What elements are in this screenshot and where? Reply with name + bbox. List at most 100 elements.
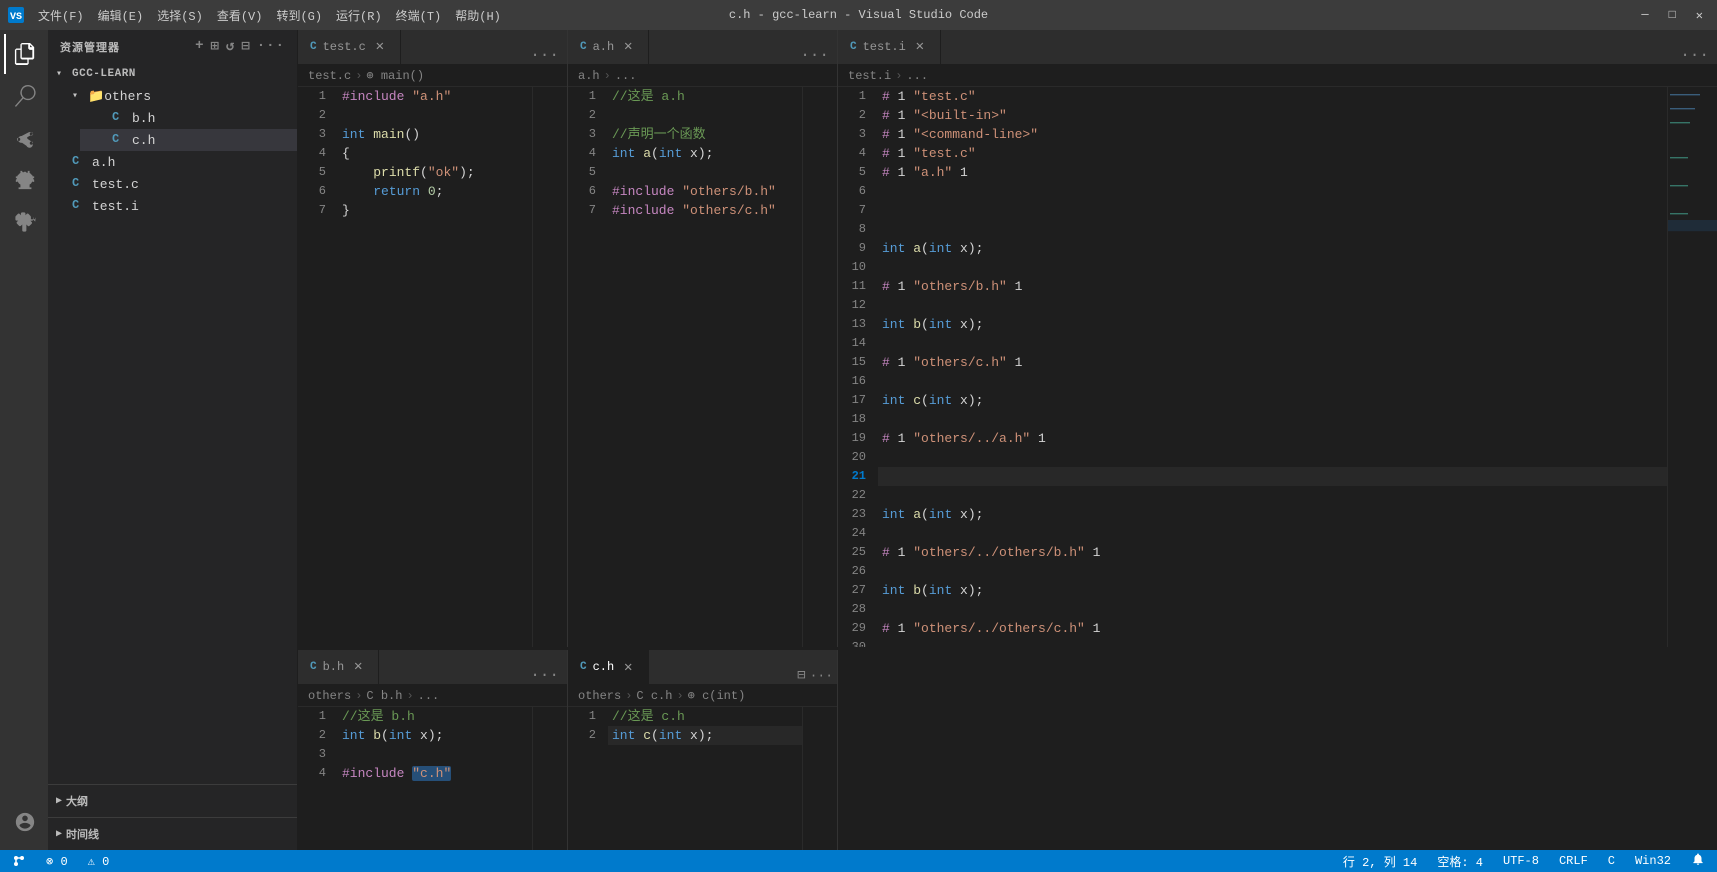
status-spaces[interactable]: 空格: 4: [1433, 853, 1487, 870]
file-testc[interactable]: C test.c: [48, 173, 297, 195]
tab-ah-close[interactable]: ✕: [620, 39, 636, 55]
activity-search-icon[interactable]: [4, 76, 44, 116]
git-branch-icon: [12, 854, 26, 868]
file-ch[interactable]: C c.h: [80, 129, 297, 151]
tab-testc-close[interactable]: ✕: [372, 39, 388, 55]
project-root[interactable]: ▾ GCC-LEARN: [48, 63, 297, 85]
menu-goto[interactable]: 转到(G): [270, 5, 328, 26]
file-ch-label: c.h: [132, 133, 155, 148]
code-table-bh: 1//这是 b.h 2int b(int x); 3 4#include "c.…: [298, 707, 532, 783]
activity-extensions-icon[interactable]: [4, 202, 44, 242]
code-table-testi: 1# 1 "test.c" 2# 1 "<built-in>" 3# 1 "<c…: [838, 87, 1667, 647]
window-minimize-button[interactable]: ─: [1635, 6, 1654, 25]
tab-bar-ch: C c.h ✕ ⊟ ···: [568, 650, 837, 685]
tab-ch-label: c.h: [593, 660, 615, 674]
breadcrumb-bh-file[interactable]: C b.h: [366, 689, 402, 703]
table-row: 4#include "c.h": [298, 764, 532, 783]
code-editor-testi[interactable]: 1# 1 "test.c" 2# 1 "<built-in>" 3# 1 "<c…: [838, 87, 1667, 647]
code-table-ah: 1//这是 a.h 2 3//声明一个函数 4int a(int x); 5 6…: [568, 87, 802, 220]
split-editor-icon[interactable]: ⊟: [797, 667, 805, 684]
status-platform[interactable]: Win32: [1631, 854, 1675, 868]
status-errors[interactable]: ⊗ 0: [42, 854, 72, 869]
breadcrumb-ah-ellipsis[interactable]: ...: [615, 69, 637, 83]
timeline-arrow-icon: ▶: [56, 828, 62, 840]
folder-others[interactable]: ▾ 📁 others: [64, 85, 297, 107]
tab-more-testi[interactable]: ···: [1672, 46, 1717, 64]
tab-bh-close[interactable]: ✕: [350, 659, 366, 675]
code-editor-ah[interactable]: 1//这是 a.h 2 3//声明一个函数 4int a(int x); 5 6…: [568, 87, 802, 647]
tab-testc-label: test.c: [323, 40, 366, 54]
window-close-button[interactable]: ✕: [1690, 6, 1709, 25]
activity-account-icon[interactable]: [4, 802, 44, 842]
c-file-icon-ch: C: [112, 132, 128, 148]
code-editor-ch[interactable]: 1//这是 c.h 2int c(int x);: [568, 707, 802, 850]
breadcrumb-bh-ellipsis[interactable]: ...: [418, 689, 440, 703]
breadcrumb-ch: others › C c.h › ⊕ c(int): [568, 685, 837, 707]
status-position[interactable]: 行 2, 列 14: [1339, 853, 1421, 870]
menu-file[interactable]: 文件(F): [32, 5, 90, 26]
tab-bh[interactable]: C b.h ✕: [298, 650, 379, 684]
new-file-icon[interactable]: +: [195, 38, 204, 55]
window-controls: ─ □ ✕: [1635, 6, 1709, 25]
file-bh[interactable]: C b.h: [80, 107, 297, 129]
vscode-logo-icon: VS: [8, 7, 24, 23]
tab-bar-testi: C test.i ✕ ···: [838, 30, 1717, 65]
timeline-header[interactable]: ▶ 时间线: [48, 822, 297, 846]
menu-terminal[interactable]: 终端(T): [390, 5, 448, 26]
breadcrumb-testc-symbol[interactable]: ⊕ main(): [366, 68, 424, 83]
tab-more-testc[interactable]: ···: [522, 46, 567, 64]
tab-more-ch-btn[interactable]: ···: [810, 668, 833, 683]
status-git-icon[interactable]: [8, 854, 30, 868]
breadcrumb-testi-file[interactable]: test.i: [848, 69, 891, 83]
code-editor-bh[interactable]: 1//这是 b.h 2int b(int x); 3 4#include "c.…: [298, 707, 532, 850]
activity-explorer-icon[interactable]: [4, 34, 44, 74]
tab-more-bh[interactable]: ···: [522, 666, 567, 684]
tab-more-ah[interactable]: ···: [792, 46, 837, 64]
tab-ah-label: a.h: [593, 40, 615, 54]
table-row: 3# 1 "<command-line>": [838, 125, 1667, 144]
file-ah[interactable]: C a.h: [48, 151, 297, 173]
table-row: 14: [838, 334, 1667, 353]
breadcrumb-testi-ellipsis[interactable]: ...: [906, 69, 928, 83]
tab-ch-close[interactable]: ✕: [620, 659, 636, 675]
breadcrumb-ch-others[interactable]: others: [578, 689, 621, 703]
menu-help[interactable]: 帮助(H): [449, 5, 507, 26]
breadcrumb-testc-file[interactable]: test.c: [308, 69, 351, 83]
titlebar: VS 文件(F) 编辑(E) 选择(S) 查看(V) 转到(G) 运行(R) 终…: [0, 0, 1717, 30]
menu-view[interactable]: 查看(V): [211, 5, 269, 26]
code-editor-testc[interactable]: 1#include "a.h" 2 3int main() 4{ 5 print…: [298, 87, 532, 647]
tab-testi-close[interactable]: ✕: [912, 39, 928, 55]
file-testi[interactable]: C test.i: [48, 195, 297, 217]
tab-testi-label: test.i: [863, 40, 906, 54]
activity-debug-icon[interactable]: [4, 160, 44, 200]
status-warnings[interactable]: ⚠ 0: [84, 854, 114, 869]
tab-ch[interactable]: C c.h ✕: [568, 650, 649, 684]
menu-edit[interactable]: 编辑(E): [92, 5, 150, 26]
status-eol[interactable]: CRLF: [1555, 854, 1592, 868]
warning-icon: ⚠: [88, 855, 95, 869]
menu-select[interactable]: 选择(S): [151, 5, 209, 26]
breadcrumb-ch-symbol[interactable]: ⊕ c(int): [688, 688, 746, 703]
collapse-icon[interactable]: ⊟: [241, 38, 250, 55]
tab-testc[interactable]: C test.c ✕: [298, 30, 401, 64]
status-encoding[interactable]: UTF-8: [1499, 854, 1543, 868]
more-actions-icon[interactable]: ···: [257, 38, 285, 55]
breadcrumb-ah-file[interactable]: a.h: [578, 69, 600, 83]
tab-ah[interactable]: C a.h ✕: [568, 30, 649, 64]
status-language[interactable]: C: [1604, 854, 1619, 868]
menu-run[interactable]: 运行(R): [330, 5, 388, 26]
breadcrumb-sep6: ›: [625, 689, 632, 703]
activity-scm-icon[interactable]: [4, 118, 44, 158]
new-folder-icon[interactable]: ⊞: [210, 38, 219, 55]
table-row: 26: [838, 562, 1667, 581]
tab-testi[interactable]: C test.i ✕: [838, 30, 941, 64]
status-notifications-icon[interactable]: [1687, 852, 1709, 870]
window-maximize-button[interactable]: □: [1663, 6, 1682, 25]
breadcrumb-bh-others[interactable]: others: [308, 689, 351, 703]
table-row: 9int a(int x);: [838, 239, 1667, 258]
breadcrumb-ch-file[interactable]: C c.h: [636, 689, 672, 703]
table-row: 16: [838, 372, 1667, 391]
outline-header[interactable]: ▶ 大纲: [48, 789, 297, 813]
tab-bar-bh: C b.h ✕ ···: [298, 650, 567, 685]
refresh-icon[interactable]: ↺: [226, 38, 235, 55]
